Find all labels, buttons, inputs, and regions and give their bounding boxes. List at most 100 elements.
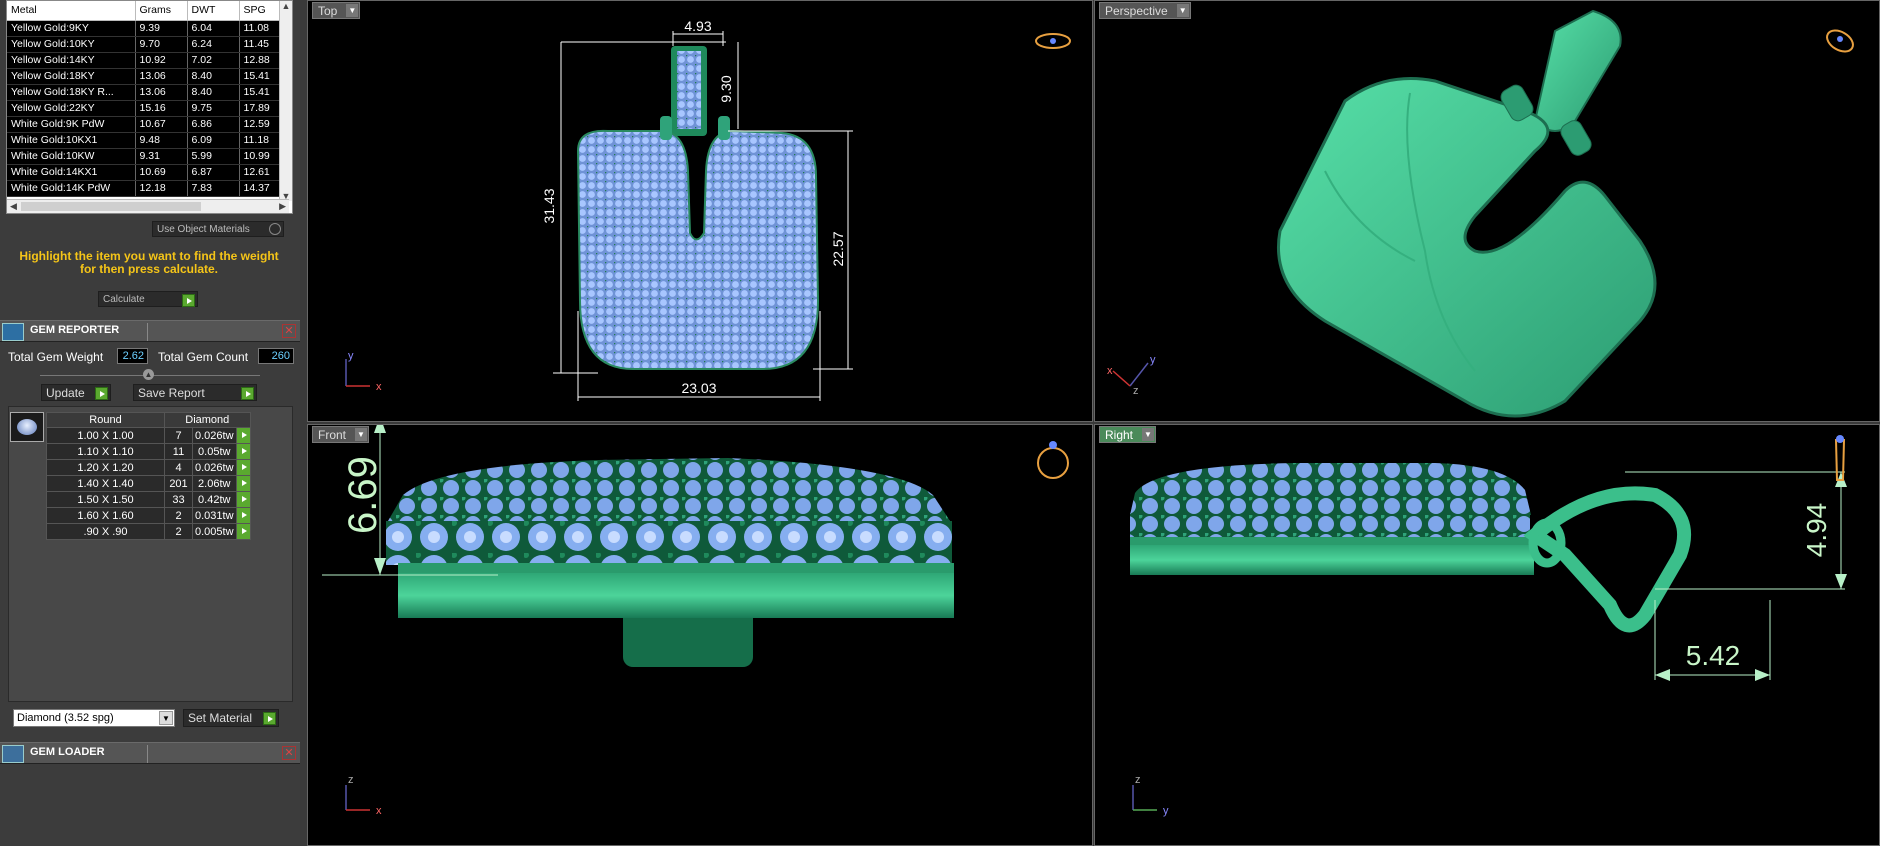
axis-x-label: x <box>376 381 382 393</box>
metal-table-vscroll[interactable]: ▲ ▼ <box>279 1 292 201</box>
total-gem-weight-value: 2.62 <box>117 348 148 364</box>
metal-row[interactable]: White Gold:10KX1 9.48 6.09 11.18 <box>7 132 290 149</box>
gem-row[interactable]: 1.60 X 1.60 2 0.031tw <box>46 507 251 524</box>
material-select[interactable]: Diamond (3.52 spg) ▼ <box>13 709 175 727</box>
gem-row[interactable]: 1.20 X 1.20 4 0.026tw <box>46 459 251 476</box>
axis-gizmo: y x z <box>1107 354 1156 397</box>
metal-row[interactable]: Yellow Gold:14KY 10.92 7.02 12.88 <box>7 52 290 69</box>
metal-row[interactable]: White Gold:14K PdW 12.18 7.83 14.37 <box>7 180 290 197</box>
metal-row[interactable]: Yellow Gold:18KY 13.06 8.40 15.41 <box>7 68 290 85</box>
col-material: Diamond <box>164 412 251 428</box>
metal-cell: White Gold:14KX1 <box>7 164 136 181</box>
dim-front-height: 6.69 <box>341 456 385 534</box>
header-divider <box>147 745 148 763</box>
calculate-button[interactable]: Calculate <box>98 291 198 307</box>
select-gem-icon[interactable] <box>235 443 251 460</box>
metal-row[interactable]: Yellow Gold:22KY 15.16 9.75 17.89 <box>7 100 290 117</box>
gem-loader-header: GEM LOADER ✕ <box>0 742 300 764</box>
chevron-down-icon[interactable]: ▼ <box>346 4 359 17</box>
chevron-down-icon[interactable]: ▼ <box>355 428 368 441</box>
select-gem-icon[interactable] <box>235 523 251 540</box>
viewport-right[interactable]: 4.94 5.42 z y Right ▼ <box>1094 424 1880 846</box>
view-name: Right <box>1105 428 1134 442</box>
update-button[interactable]: Update <box>41 384 111 401</box>
select-gem-icon[interactable] <box>235 491 251 508</box>
chevron-down-icon[interactable]: ▼ <box>1142 428 1155 441</box>
close-icon[interactable]: ✕ <box>282 746 296 760</box>
metal-table[interactable]: Metal Grams DWT SPG Yellow Gold:9KY 9.39 6.04… <box>6 0 293 214</box>
metal-col-header[interactable]: Grams <box>135 1 188 21</box>
metal-row[interactable]: Yellow Gold:18KY R... 13.06 8.40 15.41 <box>7 84 290 101</box>
gem-size: 1.40 X 1.40 <box>46 475 165 492</box>
play-icon <box>95 387 108 400</box>
gem-row[interactable]: 1.10 X 1.10 11 0.05tw <box>46 443 251 460</box>
save-report-button[interactable]: Save Report <box>133 384 257 401</box>
scroll-left-icon[interactable]: ◀ <box>10 201 17 212</box>
metal-col-header[interactable]: Metal <box>7 1 136 21</box>
gem-count: 33 <box>164 491 193 508</box>
gem-row[interactable]: 1.00 X 1.00 7 0.026tw <box>46 427 251 444</box>
scroll-up-icon[interactable]: ▲ <box>280 1 292 11</box>
metal-cell: White Gold:10KW <box>7 148 136 165</box>
metal-cell: 10.67 <box>135 116 188 133</box>
metal-cell: 13.06 <box>135 68 188 85</box>
viewport-top-label[interactable]: Top ▼ <box>312 2 361 19</box>
gem-row[interactable]: 1.50 X 1.50 33 0.42tw <box>46 491 251 508</box>
viewport-top[interactable]: 4.93 9.30 31.43 22.57 23.03 y x Top ▼ <box>307 0 1093 422</box>
gem-weight: 2.06tw <box>192 475 237 492</box>
gem-weight: 0.026tw <box>192 427 237 444</box>
metal-cell: 9.70 <box>135 36 188 53</box>
metal-col-header[interactable]: DWT <box>187 1 240 21</box>
gem-count: 201 <box>164 475 193 492</box>
viewport-right-label[interactable]: Right ▼ <box>1099 426 1157 443</box>
close-icon[interactable]: ✕ <box>282 324 296 338</box>
metal-row[interactable]: White Gold:9K PdW 10.67 6.86 12.59 <box>7 116 290 133</box>
use-object-materials-button[interactable]: Use Object Materials <box>152 221 284 237</box>
metal-cell: 10.69 <box>135 164 188 181</box>
chevron-down-icon[interactable]: ▼ <box>159 711 173 725</box>
select-gem-icon[interactable] <box>235 475 251 492</box>
metal-row[interactable]: White Gold:10KW 9.31 5.99 10.99 <box>7 148 290 165</box>
ring-orientation-icon[interactable] <box>1823 26 1856 56</box>
metal-row[interactable]: Yellow Gold:10KY 9.70 6.24 11.45 <box>7 36 290 53</box>
metal-row[interactable]: White Gold:14KX1 10.69 6.87 12.61 <box>7 164 290 181</box>
ring-orientation-icon[interactable] <box>1037 441 1069 479</box>
select-gem-icon[interactable] <box>235 427 251 444</box>
gem-row[interactable]: 1.40 X 1.40 201 2.06tw <box>46 475 251 492</box>
metal-cell: 9.39 <box>135 20 188 37</box>
play-icon <box>182 294 195 307</box>
gem-count: 7 <box>164 427 193 444</box>
gem-weight: 0.05tw <box>192 443 237 460</box>
gem-loader-icon <box>2 745 24 763</box>
ring-orientation-icon[interactable] <box>1834 435 1846 481</box>
gem-size: 1.20 X 1.20 <box>46 459 165 476</box>
scroll-thumb[interactable] <box>21 202 201 211</box>
scroll-right-icon[interactable]: ▶ <box>279 201 286 212</box>
axis-x-label: x <box>376 805 382 817</box>
metal-table-hscroll[interactable]: ◀ ▶ <box>7 199 289 213</box>
collapse-icon[interactable]: ▲ <box>143 369 154 380</box>
metal-row[interactable]: Yellow Gold:9KY 9.39 6.04 11.08 <box>7 20 290 37</box>
metal-cell: Yellow Gold:18KY R... <box>7 84 136 101</box>
viewport-perspective[interactable]: y x z Perspective ▼ <box>1094 0 1880 422</box>
metal-cell: 8.40 <box>187 84 240 101</box>
calculate-hint: Highlight the item you want to find the … <box>19 249 279 276</box>
chevron-down-icon[interactable]: ▼ <box>1176 4 1189 17</box>
ring-orientation-icon[interactable] <box>1035 33 1071 49</box>
set-material-button[interactable]: Set Material <box>183 709 279 727</box>
viewport-front[interactable]: 6.69 z x Front ▼ <box>307 424 1093 846</box>
left-panel: Metal Grams DWT SPG Yellow Gold:9KY 9.39 6.04… <box>0 0 300 846</box>
metal-cell: Yellow Gold:10KY <box>7 36 136 53</box>
axis-gizmo: z x <box>345 774 382 817</box>
dim-right-width: 5.42 <box>1686 640 1741 671</box>
select-gem-icon[interactable] <box>235 459 251 476</box>
metal-cell: White Gold:14K PdW <box>7 180 136 197</box>
view-name: Top <box>318 4 338 18</box>
update-label: Update <box>46 385 85 400</box>
gem-size: 1.60 X 1.60 <box>46 507 165 524</box>
viewport-front-label[interactable]: Front ▼ <box>312 426 370 443</box>
viewport-perspective-label[interactable]: Perspective ▼ <box>1099 2 1191 19</box>
round-gem-icon[interactable] <box>10 412 44 442</box>
gem-row[interactable]: .90 X .90 2 0.005tw <box>46 523 251 540</box>
select-gem-icon[interactable] <box>235 507 251 524</box>
